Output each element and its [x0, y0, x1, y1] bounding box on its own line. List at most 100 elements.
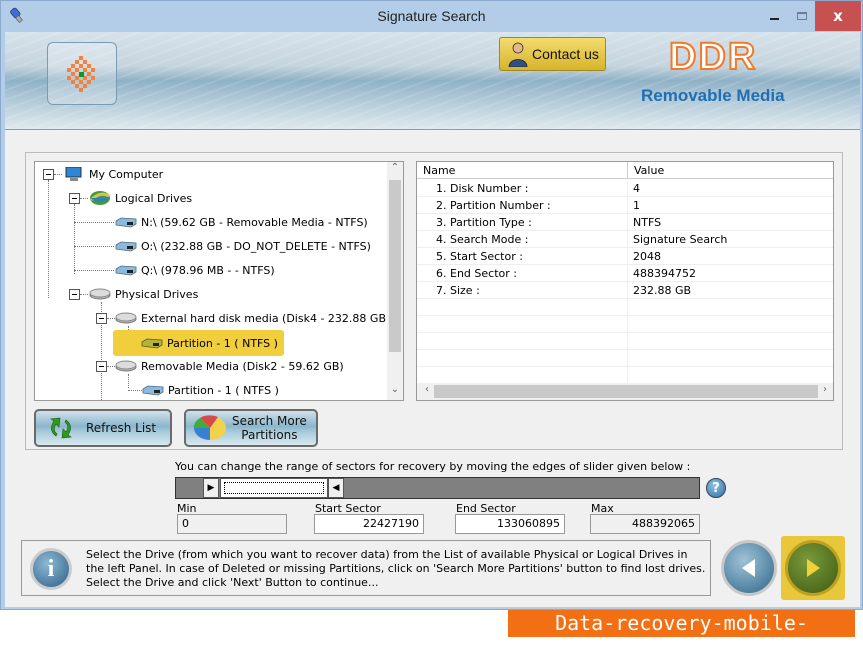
back-button[interactable]	[721, 540, 777, 596]
scroll-down-icon[interactable]: ⌄	[387, 384, 403, 400]
tree-line	[74, 222, 114, 223]
collapse-toggle[interactable]	[96, 313, 107, 324]
tree-line	[107, 366, 115, 367]
property-name: 4. Search Mode :	[417, 231, 628, 248]
table-row[interactable]: 6. End Sector : 488394752	[417, 265, 833, 282]
person-icon	[508, 42, 528, 67]
table-row[interactable]: 3. Partition Type : NTFS	[417, 214, 833, 231]
tree-line	[74, 246, 114, 247]
collapse-toggle[interactable]	[69, 289, 80, 300]
help-icon[interactable]: ?	[706, 478, 726, 498]
tree-item-disk2-partition-1[interactable]: Partition - 1 ( NTFS )	[142, 380, 279, 400]
tree-item-physical-drives[interactable]: Physical Drives	[89, 284, 198, 304]
refresh-icon	[50, 417, 72, 439]
property-name	[417, 299, 628, 316]
tree-line	[107, 318, 115, 319]
tree-vertical-scrollbar[interactable]: ⌃ ⌄	[387, 162, 403, 400]
product-name: Removable Media	[641, 86, 785, 105]
property-value	[628, 299, 833, 316]
tree-line	[74, 270, 114, 271]
property-value: 1	[633, 199, 640, 212]
title-bar: Signature Search x	[1, 1, 862, 32]
collapse-toggle[interactable]	[43, 169, 54, 180]
minimize-button[interactable]	[759, 1, 789, 31]
property-value: Signature Search	[633, 233, 728, 246]
property-value: 232.88 GB	[633, 284, 692, 297]
tree-line	[128, 374, 129, 388]
triangle-left-icon: ◀	[332, 483, 340, 493]
tree-item-disk4-partition-1-selected[interactable]: Partition - 1 ( NTFS )	[113, 330, 284, 356]
max-field: 488392065	[590, 514, 700, 534]
back-arrow-icon	[742, 559, 755, 577]
tree-item-disk4[interactable]: External hard disk media (Disk4 - 232.88…	[115, 308, 390, 328]
property-name: 5. Start Sector :	[417, 248, 628, 265]
table-row[interactable]: 7. Size : 232.88 GB	[417, 282, 833, 299]
drive-icon	[115, 217, 137, 228]
table-row	[417, 350, 833, 367]
search-more-partitions-button[interactable]: Search More Partitions	[184, 409, 318, 447]
property-value	[628, 333, 833, 350]
tree-line	[54, 174, 62, 175]
close-button[interactable]: x	[815, 1, 861, 31]
table-row[interactable]: 1. Disk Number : 4	[417, 180, 833, 197]
property-value: 488394752	[633, 267, 696, 280]
drive-tree[interactable]: My Computer Logical Drives N:\ (59.62 GB…	[34, 161, 404, 401]
tree-item-drive-n[interactable]: N:\ (59.62 GB - Removable Media - NTFS)	[115, 212, 368, 232]
table-row[interactable]: 4. Search Mode : Signature Search	[417, 231, 833, 248]
hard-disk-icon	[115, 312, 137, 324]
logo-mosaic-icon	[67, 56, 95, 92]
property-name	[417, 350, 628, 367]
tree-item-drive-q[interactable]: Q:\ (978.96 MB - - NTFS)	[115, 260, 275, 280]
tree-item-drive-o[interactable]: O:\ (232.88 GB - DO_NOT_DELETE - NTFS)	[115, 236, 371, 256]
sector-range-slider[interactable]: ▶ ◀	[175, 477, 700, 499]
info-text: Select the Drive (from which you want to…	[86, 548, 706, 589]
property-name: 1. Disk Number :	[417, 180, 628, 197]
table-row[interactable]: 5. Start Sector : 2048	[417, 248, 833, 265]
scroll-up-icon[interactable]: ⌃	[387, 162, 403, 178]
maximize-button[interactable]	[787, 1, 817, 31]
tree-line	[74, 204, 75, 274]
property-name: 6. End Sector :	[417, 265, 628, 282]
collapse-toggle[interactable]	[96, 361, 107, 372]
tree-item-my-computer[interactable]: My Computer	[63, 164, 163, 184]
drive-icon	[115, 241, 137, 252]
properties-horizontal-scrollbar[interactable]: ‹ ›	[417, 383, 833, 400]
property-name: 7. Size :	[417, 282, 628, 299]
column-header-name[interactable]: Name	[417, 162, 628, 179]
tree-item-disk2[interactable]: Removable Media (Disk2 - 59.62 GB)	[115, 356, 344, 376]
header-banner: Contact us DDR Removable Media	[5, 32, 860, 129]
property-value	[628, 350, 833, 367]
slider-end-handle[interactable]: ◀	[328, 478, 344, 498]
contact-us-button[interactable]: Contact us	[499, 37, 606, 71]
refresh-list-button[interactable]: Refresh List	[34, 409, 172, 447]
brand-logo-text: DDR	[668, 35, 758, 79]
property-name	[417, 367, 628, 384]
scroll-thumb[interactable]	[389, 180, 401, 352]
scroll-right-icon[interactable]: ›	[817, 384, 833, 400]
slider-selected-range[interactable]	[220, 478, 328, 498]
table-row	[417, 367, 833, 384]
drive-icon	[115, 265, 137, 276]
tree-item-logical-drives[interactable]: Logical Drives	[89, 188, 192, 208]
property-value: 4	[633, 182, 640, 195]
start-sector-input[interactable]: 22427190	[314, 514, 424, 534]
end-sector-input[interactable]: 133060895	[455, 514, 565, 534]
scroll-left-icon[interactable]: ‹	[419, 384, 435, 400]
properties-table: Name Value 1. Disk Number : 4 2. Partition…	[416, 161, 834, 401]
info-icon: i	[30, 548, 72, 590]
column-header-value[interactable]: Value	[628, 162, 833, 179]
contact-us-label: Contact us	[532, 46, 599, 62]
app-window: Signature Search x Contact us DDR Remova…	[0, 0, 863, 610]
property-name	[417, 333, 628, 350]
logical-drives-icon	[89, 191, 110, 205]
table-row[interactable]: 2. Partition Number : 1	[417, 197, 833, 214]
collapse-toggle[interactable]	[69, 193, 80, 204]
slider-start-handle[interactable]: ▶	[203, 478, 219, 498]
table-row	[417, 333, 833, 350]
search-more-label-line2: Partitions	[241, 428, 298, 442]
scroll-thumb[interactable]	[434, 385, 818, 398]
property-value	[628, 367, 833, 384]
next-button[interactable]	[785, 540, 841, 596]
property-name	[417, 316, 628, 333]
tree-line	[80, 198, 88, 199]
